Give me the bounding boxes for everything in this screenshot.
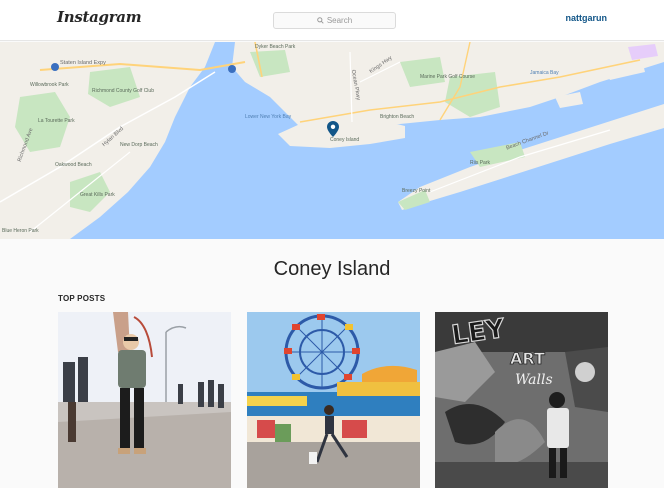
map-label-coney-island: Coney Island — [330, 137, 360, 143]
map-label-jamaica-bay: Jamaica Bay — [530, 70, 559, 76]
svg-text:Walls: Walls — [515, 372, 553, 388]
post-thumbnail-1[interactable] — [58, 312, 231, 488]
map-label-willowbrook: Willowbrook Park — [30, 82, 69, 88]
profile-username-link[interactable]: nattgarun — [566, 13, 608, 23]
map-label-richmond-golf: Richmond County Golf Club — [92, 88, 154, 94]
instagram-logo[interactable]: Instagram — [57, 8, 142, 26]
search-icon — [317, 17, 324, 24]
map-label-blue-heron: Blue Heron Park — [2, 228, 39, 234]
map-label-dyker-beach: Dyker Beach Park — [255, 44, 296, 50]
post-thumbnail-2[interactable] — [247, 312, 420, 488]
post-thumbnail-3[interactable]: LEY ART Walls — [435, 312, 608, 488]
map-label-new-dorp: New Dorp Beach — [120, 142, 158, 148]
top-navigation-bar: Instagram Search nattgarun — [0, 0, 664, 41]
map-label-lower-ny-bay: Lower New York Bay — [245, 114, 292, 120]
location-title: Coney Island — [273, 258, 391, 280]
map-label-staten-island-expy: Staten Island Expy — [60, 60, 106, 66]
map-label-riis-park: Riis Park — [470, 160, 491, 166]
location-pin-icon[interactable] — [327, 121, 339, 137]
map-label-great-kills: Great Kills Park — [80, 192, 115, 198]
svg-text:ART: ART — [510, 349, 545, 368]
map-label-marine-park-golf: Marine Park Golf Course — [420, 74, 476, 80]
location-map[interactable]: Staten Island Expy Willowbrook Park Rich… — [0, 42, 664, 239]
search-input[interactable]: Search — [273, 12, 396, 29]
post-image-boardwalk — [58, 312, 231, 488]
post-image-wonder-wheel — [247, 312, 420, 488]
top-posts-heading: TOP POSTS — [58, 294, 106, 303]
map-label-breezy-point: Breezy Point — [402, 188, 431, 194]
map-label-brighton-beach: Brighton Beach — [380, 114, 415, 120]
post-image-graffiti-wall: LEY ART Walls — [435, 312, 608, 488]
map-label-la-tourette: La Tourette Park — [38, 118, 75, 124]
search-placeholder: Search — [326, 16, 353, 25]
map-label-oakwood: Oakwood Beach — [55, 162, 92, 168]
